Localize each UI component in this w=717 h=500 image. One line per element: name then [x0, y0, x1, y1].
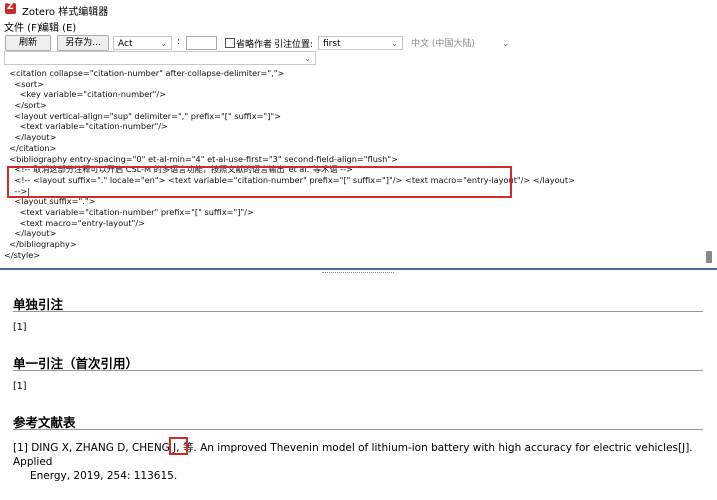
locator-select-value: first: [323, 39, 341, 49]
bibliography-entry: [1] DING X, ZHANG D, CHENG J, 等. An impr…: [13, 441, 703, 483]
style-select[interactable]: Act ⌄: [113, 36, 172, 50]
title-bar: Zotero 样式编辑器: [0, 0, 717, 18]
chevron-down-icon: ⌄: [160, 39, 167, 48]
window-title: Zotero 样式编辑器: [22, 7, 109, 18]
scrollbar-thumb[interactable]: [706, 251, 712, 263]
chevron-down-icon: ⌄: [304, 54, 311, 63]
code-line[interactable]: <layout vertical-align="sup" delimiter="…: [4, 111, 702, 122]
bib-authors: DING X, ZHANG D, CHENG J,: [31, 442, 180, 454]
colon-label: :: [177, 37, 181, 47]
code-line[interactable]: </layout>: [4, 132, 702, 143]
editor-scrollbar[interactable]: [704, 68, 715, 268]
code-line[interactable]: <text macro="entry-layout"/>: [4, 218, 702, 229]
single-citation-value: [1]: [13, 322, 27, 333]
omit-author-checkbox[interactable]: [225, 38, 235, 48]
menu-file[interactable]: 文件 (F): [4, 19, 41, 34]
locator-value-input[interactable]: [186, 36, 217, 50]
pane-splitter[interactable]: [0, 268, 717, 279]
code-line[interactable]: <bibliography entry-spacing="0" et-al-mi…: [4, 154, 702, 165]
code-line[interactable]: </bibliography>: [4, 239, 702, 250]
divider: [13, 429, 703, 430]
etal-highlight-box: [169, 437, 188, 455]
bib-number: [1]: [13, 442, 28, 454]
style-search-combobox[interactable]: ⌄: [4, 51, 316, 65]
code-line[interactable]: </citation>: [4, 143, 702, 154]
omit-author-label: 省略作者: [236, 40, 273, 50]
code-line[interactable]: <text variable="citation-number"/>: [4, 121, 702, 132]
code-line[interactable]: <text variable="citation-number" prefix=…: [4, 207, 702, 218]
refresh-button[interactable]: 刷新: [5, 35, 51, 51]
bib-line2: Energy, 2019, 254: 113615.: [30, 470, 178, 482]
code-line[interactable]: <sort>: [4, 79, 702, 90]
locale-select-value: 中文 (中国大陆): [411, 39, 475, 49]
code-line[interactable]: </sort>: [4, 100, 702, 111]
code-line[interactable]: <key variable="citation-number"/>: [4, 89, 702, 100]
code-line[interactable]: </style>: [4, 250, 702, 261]
code-line[interactable]: <citation collapse="citation-number" aft…: [4, 68, 702, 79]
divider: [13, 311, 703, 312]
locator-select[interactable]: first ⌄: [318, 36, 403, 50]
divider: [13, 370, 703, 371]
style-select-value: Act: [118, 39, 133, 49]
preview-pane: 单独引注 [1] 单一引注（首次引用） [1] 参考文献表 [1] DING X…: [0, 282, 717, 500]
locator-label: 引注位置:: [274, 40, 314, 50]
menu-edit[interactable]: 编辑 (E): [39, 19, 76, 34]
code-line[interactable]: </layout>: [4, 228, 702, 239]
splitter-grip[interactable]: [322, 272, 394, 276]
chevron-down-icon: ⌄: [502, 39, 509, 48]
first-citation-value: [1]: [13, 381, 27, 392]
save-as-button[interactable]: 另存为...: [57, 35, 109, 51]
highlight-annotation-box: [7, 166, 512, 198]
zotero-app-icon: [5, 2, 16, 14]
chevron-down-icon: ⌄: [391, 39, 398, 48]
locale-select[interactable]: 中文 (中国大陆) ⌄: [406, 36, 514, 50]
